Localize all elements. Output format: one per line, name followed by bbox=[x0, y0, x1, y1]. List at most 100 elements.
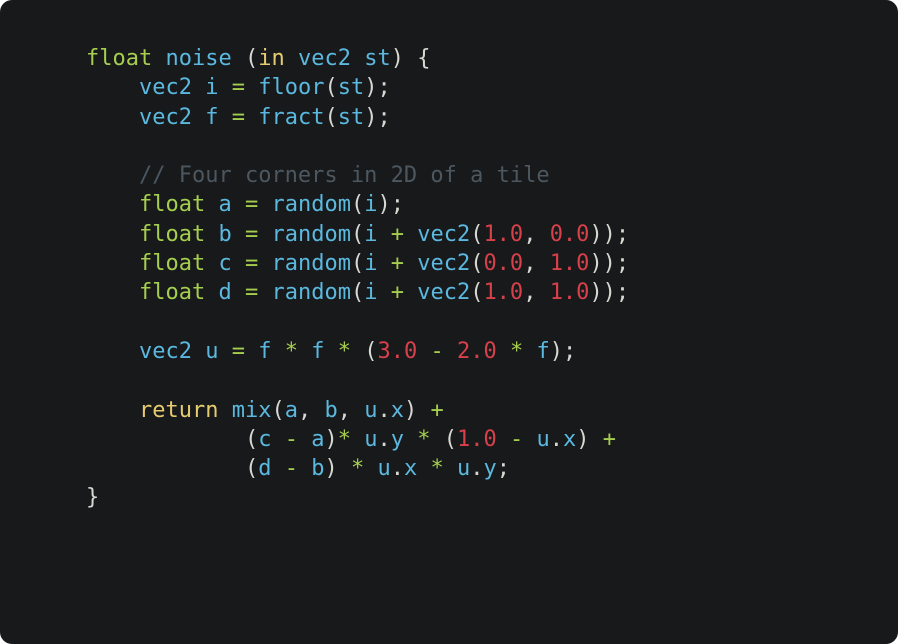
code-line: // Four corners in 2D of a tile bbox=[86, 161, 629, 190]
code-token: + bbox=[390, 221, 404, 247]
code-token: f bbox=[536, 338, 550, 364]
code-token: vec2 bbox=[138, 338, 192, 364]
code-token: . bbox=[470, 456, 484, 482]
code-token: vec2 bbox=[138, 104, 192, 130]
code-token: )); bbox=[589, 251, 630, 277]
code-line: (c - a)* u.y * (1.0 - u.x) + bbox=[86, 425, 629, 454]
code-token: ( bbox=[324, 75, 338, 101]
code-token: = bbox=[231, 75, 245, 101]
code-token: * bbox=[284, 338, 298, 364]
code-token: return bbox=[138, 397, 219, 423]
code-token: )); bbox=[589, 221, 630, 247]
code-token: u bbox=[364, 397, 378, 423]
code-token: = bbox=[244, 251, 259, 277]
code-token: ( bbox=[443, 426, 457, 452]
code-line: float b = random(i + vec2(1.0, 0.0)); bbox=[86, 220, 629, 249]
code-token: , bbox=[297, 397, 325, 423]
code-line: float noise (in vec2 st) { bbox=[86, 44, 629, 73]
code-line: float d = random(i + vec2(1.0, 1.0)); bbox=[86, 278, 629, 307]
code-token: * bbox=[337, 426, 351, 452]
code-token: float bbox=[138, 280, 206, 306]
code-token: y bbox=[390, 426, 404, 452]
code-token: d bbox=[258, 456, 272, 482]
code-token: ) bbox=[324, 426, 338, 452]
code-token: x bbox=[390, 397, 404, 423]
code-token: in bbox=[258, 46, 285, 71]
code-token: 1.0 bbox=[456, 426, 497, 452]
code-token: a bbox=[284, 397, 298, 423]
code-token: a bbox=[311, 426, 325, 452]
code-token: ); bbox=[549, 338, 577, 364]
code-token: a bbox=[218, 192, 232, 218]
code-token: i bbox=[364, 221, 378, 247]
code-token: d bbox=[218, 280, 232, 306]
code-token: , bbox=[523, 280, 550, 306]
code-token: ); bbox=[377, 192, 404, 218]
code-token: = bbox=[244, 280, 259, 306]
code-token: vec2 bbox=[138, 75, 192, 101]
code-token: fract bbox=[258, 104, 325, 130]
code-token: mix bbox=[231, 397, 272, 423]
code-token: ) bbox=[324, 456, 338, 482]
code-token: . bbox=[377, 426, 391, 452]
code-token: + bbox=[602, 426, 616, 452]
code-token: ( bbox=[271, 397, 285, 423]
code-token: = bbox=[244, 221, 259, 247]
code-token: float bbox=[138, 251, 206, 277]
code-line: vec2 i = floor(st); bbox=[86, 73, 629, 102]
code-token: , bbox=[337, 397, 365, 423]
code-token: ( bbox=[350, 192, 365, 218]
code-token: b bbox=[311, 456, 325, 482]
code-token: ) bbox=[576, 426, 590, 452]
code-block[interactable]: float noise (in vec2 st) { vec2 i = floo… bbox=[86, 44, 629, 513]
code-token: vec2 bbox=[417, 221, 471, 247]
code-token: ( bbox=[470, 251, 484, 277]
code-token: floor bbox=[258, 75, 325, 101]
code-token: i bbox=[364, 251, 378, 277]
code-token: b bbox=[324, 397, 338, 423]
code-token: } bbox=[86, 485, 100, 511]
code-token: random bbox=[271, 192, 351, 218]
code-token: f bbox=[258, 338, 272, 364]
code-token: 2.0 bbox=[456, 338, 497, 364]
code-token: c bbox=[258, 426, 272, 452]
code-token: ); bbox=[364, 104, 391, 130]
code-line: float c = random(i + vec2(0.0, 1.0)); bbox=[86, 249, 629, 278]
code-token: ( bbox=[244, 456, 259, 482]
